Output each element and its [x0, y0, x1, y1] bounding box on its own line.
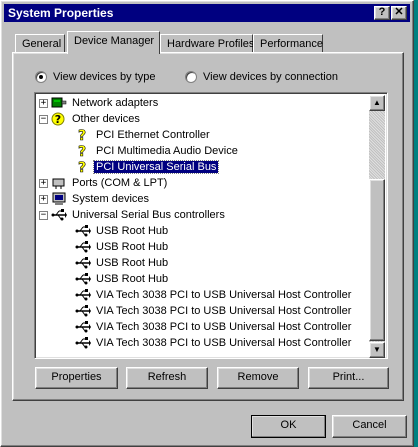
tree-item[interactable]: − Universal Serial Bus controllers — [37, 207, 369, 223]
usb-icon — [51, 208, 67, 222]
computer-icon — [51, 192, 67, 206]
view-by-type-option[interactable]: View devices by type — [35, 71, 156, 83]
view-by-connection-label: View devices by connection — [203, 71, 338, 83]
device-tree-list: + Network adapters −? Other devices? PCI Eth… — [37, 95, 369, 351]
close-button[interactable]: ✕ — [391, 6, 407, 20]
refresh-button[interactable]: Refresh — [126, 367, 208, 389]
expand-icon[interactable]: + — [39, 98, 48, 108]
tree-item-label: Universal Serial Bus controllers — [72, 209, 225, 221]
tree-item-label: VIA Tech 3038 PCI to USB Universal Host … — [96, 337, 352, 349]
svg-text:?: ? — [78, 144, 86, 158]
tree-item[interactable]: −? Other devices — [37, 111, 369, 127]
collapse-icon[interactable]: − — [39, 114, 48, 124]
tree-item[interactable]: ? PCI Ethernet Controller — [37, 127, 369, 143]
tree-item[interactable]: USB Root Hub — [37, 223, 369, 239]
help-button[interactable]: ? — [374, 6, 390, 20]
usb-icon — [75, 272, 91, 286]
tree-scrollbar[interactable]: ▲ ▼ — [369, 95, 385, 358]
tree-item[interactable]: + System devices — [37, 191, 369, 207]
device-tree[interactable]: + Network adapters −? Other devices? PCI Eth… — [34, 92, 388, 359]
tab-performance[interactable]: Performance — [253, 34, 323, 54]
tree-item-label: Network adapters — [72, 97, 159, 109]
cancel-button[interactable]: Cancel — [332, 415, 407, 438]
tree-item[interactable]: USB Root Hub — [37, 255, 369, 271]
usb-icon — [75, 224, 91, 238]
network-adapter-icon — [51, 96, 67, 110]
tree-item-label: VIA Tech 3038 PCI to USB Universal Host … — [96, 289, 352, 301]
device-manager-panel: View devices by type View devices by con… — [12, 52, 404, 401]
usb-icon — [75, 320, 91, 334]
tree-item[interactable]: USB Root Hub — [37, 271, 369, 287]
tree-item-label: USB Root Hub — [96, 225, 169, 237]
view-by-connection-option[interactable]: View devices by connection — [185, 71, 338, 83]
unknown-device-icon: ? — [75, 160, 91, 174]
tree-item-label: USB Root Hub — [96, 241, 169, 253]
question-mark-icon: ? — [51, 112, 67, 126]
title-bar[interactable]: System Properties ? ✕ — [4, 4, 410, 22]
tree-item-label: System devices — [72, 193, 150, 205]
tree-item[interactable]: ? PCI Multimedia Audio Device — [37, 143, 369, 159]
tab-hardware-profiles[interactable]: Hardware Profiles — [160, 34, 254, 54]
tree-item[interactable]: + Network adapters — [37, 95, 369, 111]
tree-item[interactable]: VIA Tech 3038 PCI to USB Universal Host … — [37, 335, 369, 351]
usb-icon — [75, 336, 91, 350]
svg-text:?: ? — [78, 160, 86, 174]
scroll-up-button[interactable]: ▲ — [369, 95, 385, 111]
tab-device-manager[interactable]: Device Manager — [67, 31, 160, 54]
usb-icon — [75, 240, 91, 254]
tree-item-label: VIA Tech 3038 PCI to USB Universal Host … — [96, 321, 352, 333]
svg-text:?: ? — [78, 128, 86, 142]
system-properties-window: System Properties ? ✕ General Device Man… — [0, 0, 414, 447]
tree-item-label: PCI Multimedia Audio Device — [96, 145, 238, 157]
tree-item[interactable]: ? PCI Universal Serial Bus — [37, 159, 369, 175]
unknown-device-icon: ? — [75, 128, 91, 142]
view-by-type-radio[interactable] — [35, 71, 47, 83]
port-icon — [51, 176, 67, 190]
tree-item[interactable]: VIA Tech 3038 PCI to USB Universal Host … — [37, 319, 369, 335]
unknown-device-icon: ? — [75, 144, 91, 158]
view-by-connection-radio[interactable] — [185, 71, 197, 83]
tab-general[interactable]: General — [15, 34, 65, 54]
collapse-icon[interactable]: − — [39, 210, 48, 220]
print-button[interactable]: Print... — [308, 367, 389, 389]
scroll-thumb[interactable] — [369, 179, 385, 341]
tree-item-label: Other devices — [72, 113, 140, 125]
svg-text:?: ? — [55, 113, 61, 126]
usb-icon — [75, 288, 91, 302]
tree-item[interactable]: VIA Tech 3038 PCI to USB Universal Host … — [37, 287, 369, 303]
tree-item[interactable]: VIA Tech 3038 PCI to USB Universal Host … — [37, 303, 369, 319]
remove-button[interactable]: Remove — [217, 367, 299, 389]
usb-icon — [75, 256, 91, 270]
tree-item-label: PCI Ethernet Controller — [96, 129, 210, 141]
ok-button[interactable]: OK — [251, 415, 326, 438]
tree-item-label: VIA Tech 3038 PCI to USB Universal Host … — [96, 305, 352, 317]
window-title: System Properties — [8, 6, 114, 20]
tree-item-label: USB Root Hub — [96, 273, 169, 285]
tree-item-label: PCI Universal Serial Bus — [92, 160, 220, 174]
properties-button[interactable]: Properties — [35, 367, 118, 389]
view-by-type-label: View devices by type — [53, 71, 156, 83]
usb-icon — [75, 304, 91, 318]
tree-item[interactable]: USB Root Hub — [37, 239, 369, 255]
expand-icon[interactable]: + — [39, 178, 48, 188]
scroll-down-button[interactable]: ▼ — [369, 342, 385, 358]
tree-item-label: USB Root Hub — [96, 257, 169, 269]
tree-item-label: Ports (COM & LPT) — [72, 177, 168, 189]
tree-item[interactable]: + Ports (COM & LPT) — [37, 175, 369, 191]
expand-icon[interactable]: + — [39, 194, 48, 204]
